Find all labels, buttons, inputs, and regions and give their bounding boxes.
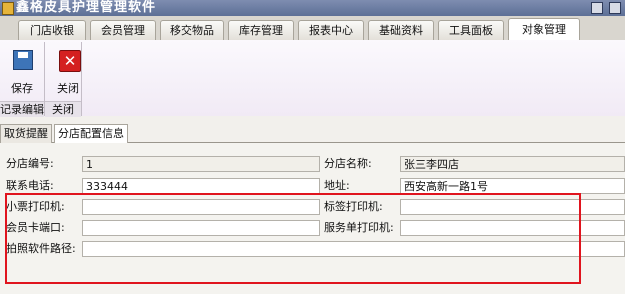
highlight-rectangle: [5, 193, 581, 284]
ribbon-tab-bar: 门店收银 会员管理 移交物品 库存管理 报表中心 基础资料 工具面板 对象管理: [0, 16, 625, 41]
tab-inventory[interactable]: 库存管理: [228, 20, 294, 40]
phone-field[interactable]: 333444: [82, 178, 320, 194]
tab-base-data[interactable]: 基础资料: [368, 20, 434, 40]
tab-object-management[interactable]: 对象管理: [508, 18, 580, 41]
minimize-icon[interactable]: [591, 2, 603, 14]
save-button-label: 保存: [11, 82, 33, 95]
group-label-close: 关闭: [45, 101, 81, 117]
save-button[interactable]: 保存: [4, 44, 40, 100]
tab-branch-config[interactable]: 分店配置信息: [54, 124, 128, 144]
branch-name-label: 分店名称:: [324, 157, 372, 170]
tab-tools[interactable]: 工具面板: [438, 20, 504, 40]
tab-store-cashier[interactable]: 门店收银: [18, 20, 86, 40]
group-label-record-edit: 记录编辑: [0, 101, 44, 117]
branch-name-field[interactable]: 张三李四店: [400, 156, 625, 172]
save-icon: [13, 50, 33, 70]
window-controls: [585, 2, 621, 17]
branch-no-label: 分店编号:: [6, 157, 54, 170]
tab-pickup-reminder[interactable]: 取货提醒: [0, 124, 52, 143]
close-icon: ✕: [59, 50, 81, 72]
maximize-icon[interactable]: [609, 2, 621, 14]
title-bar: 鑫格皮具护理管理软件: [0, 0, 625, 16]
window-title: 鑫格皮具护理管理软件: [16, 0, 157, 15]
group-separator: [81, 42, 82, 116]
app-icon: [2, 2, 14, 15]
tab-reports[interactable]: 报表中心: [298, 20, 364, 40]
branch-no-field[interactable]: 1: [82, 156, 320, 172]
ribbon-panel: 保存 ✕ 关闭: [0, 40, 625, 116]
document-tab-bar: 取货提醒 分店配置信息: [0, 124, 625, 144]
tab-handover-items[interactable]: 移交物品: [160, 20, 224, 40]
address-field[interactable]: 西安高新一路1号: [400, 178, 625, 194]
tab-member-management[interactable]: 会员管理: [90, 20, 156, 40]
